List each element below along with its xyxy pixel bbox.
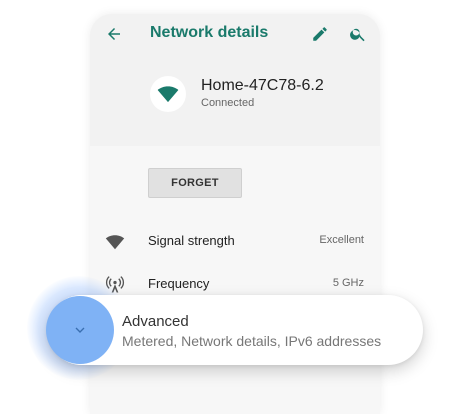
edit-button[interactable] [308,22,332,46]
wifi-signal-icon [104,231,126,253]
frequency-label: Frequency [148,276,210,291]
network-icon-badge [150,76,186,112]
advanced-title: Advanced [122,313,189,330]
signal-strength-row[interactable]: Signal strength Excellent [90,221,380,261]
chevron-down-icon [75,327,85,333]
network-header: Home-47C78-6.2 Connected [90,54,380,146]
forget-button[interactable]: FORGET [148,168,242,198]
frequency-value: 5 GHz [332,277,364,289]
network-status: Connected [201,97,255,109]
app-bar: Network details [90,14,380,54]
arrow-back-icon [108,28,120,40]
signal-strength-label: Signal strength [148,233,235,248]
advanced-subtitle: Metered, Network details, IPv6 addresses [122,333,382,349]
search-icon [350,28,365,42]
network-name: Home-47C78-6.2 [201,77,324,94]
advanced-expand-button[interactable] [46,296,114,364]
wifi-icon [157,86,179,103]
page-title: Network details [150,24,269,41]
pencil-icon [313,27,327,41]
back-button[interactable] [102,22,126,46]
details-panel: FORGET Signal strength Excellent Frequen… [90,146,380,414]
signal-strength-value: Excellent [319,234,364,246]
search-button[interactable] [346,22,370,46]
